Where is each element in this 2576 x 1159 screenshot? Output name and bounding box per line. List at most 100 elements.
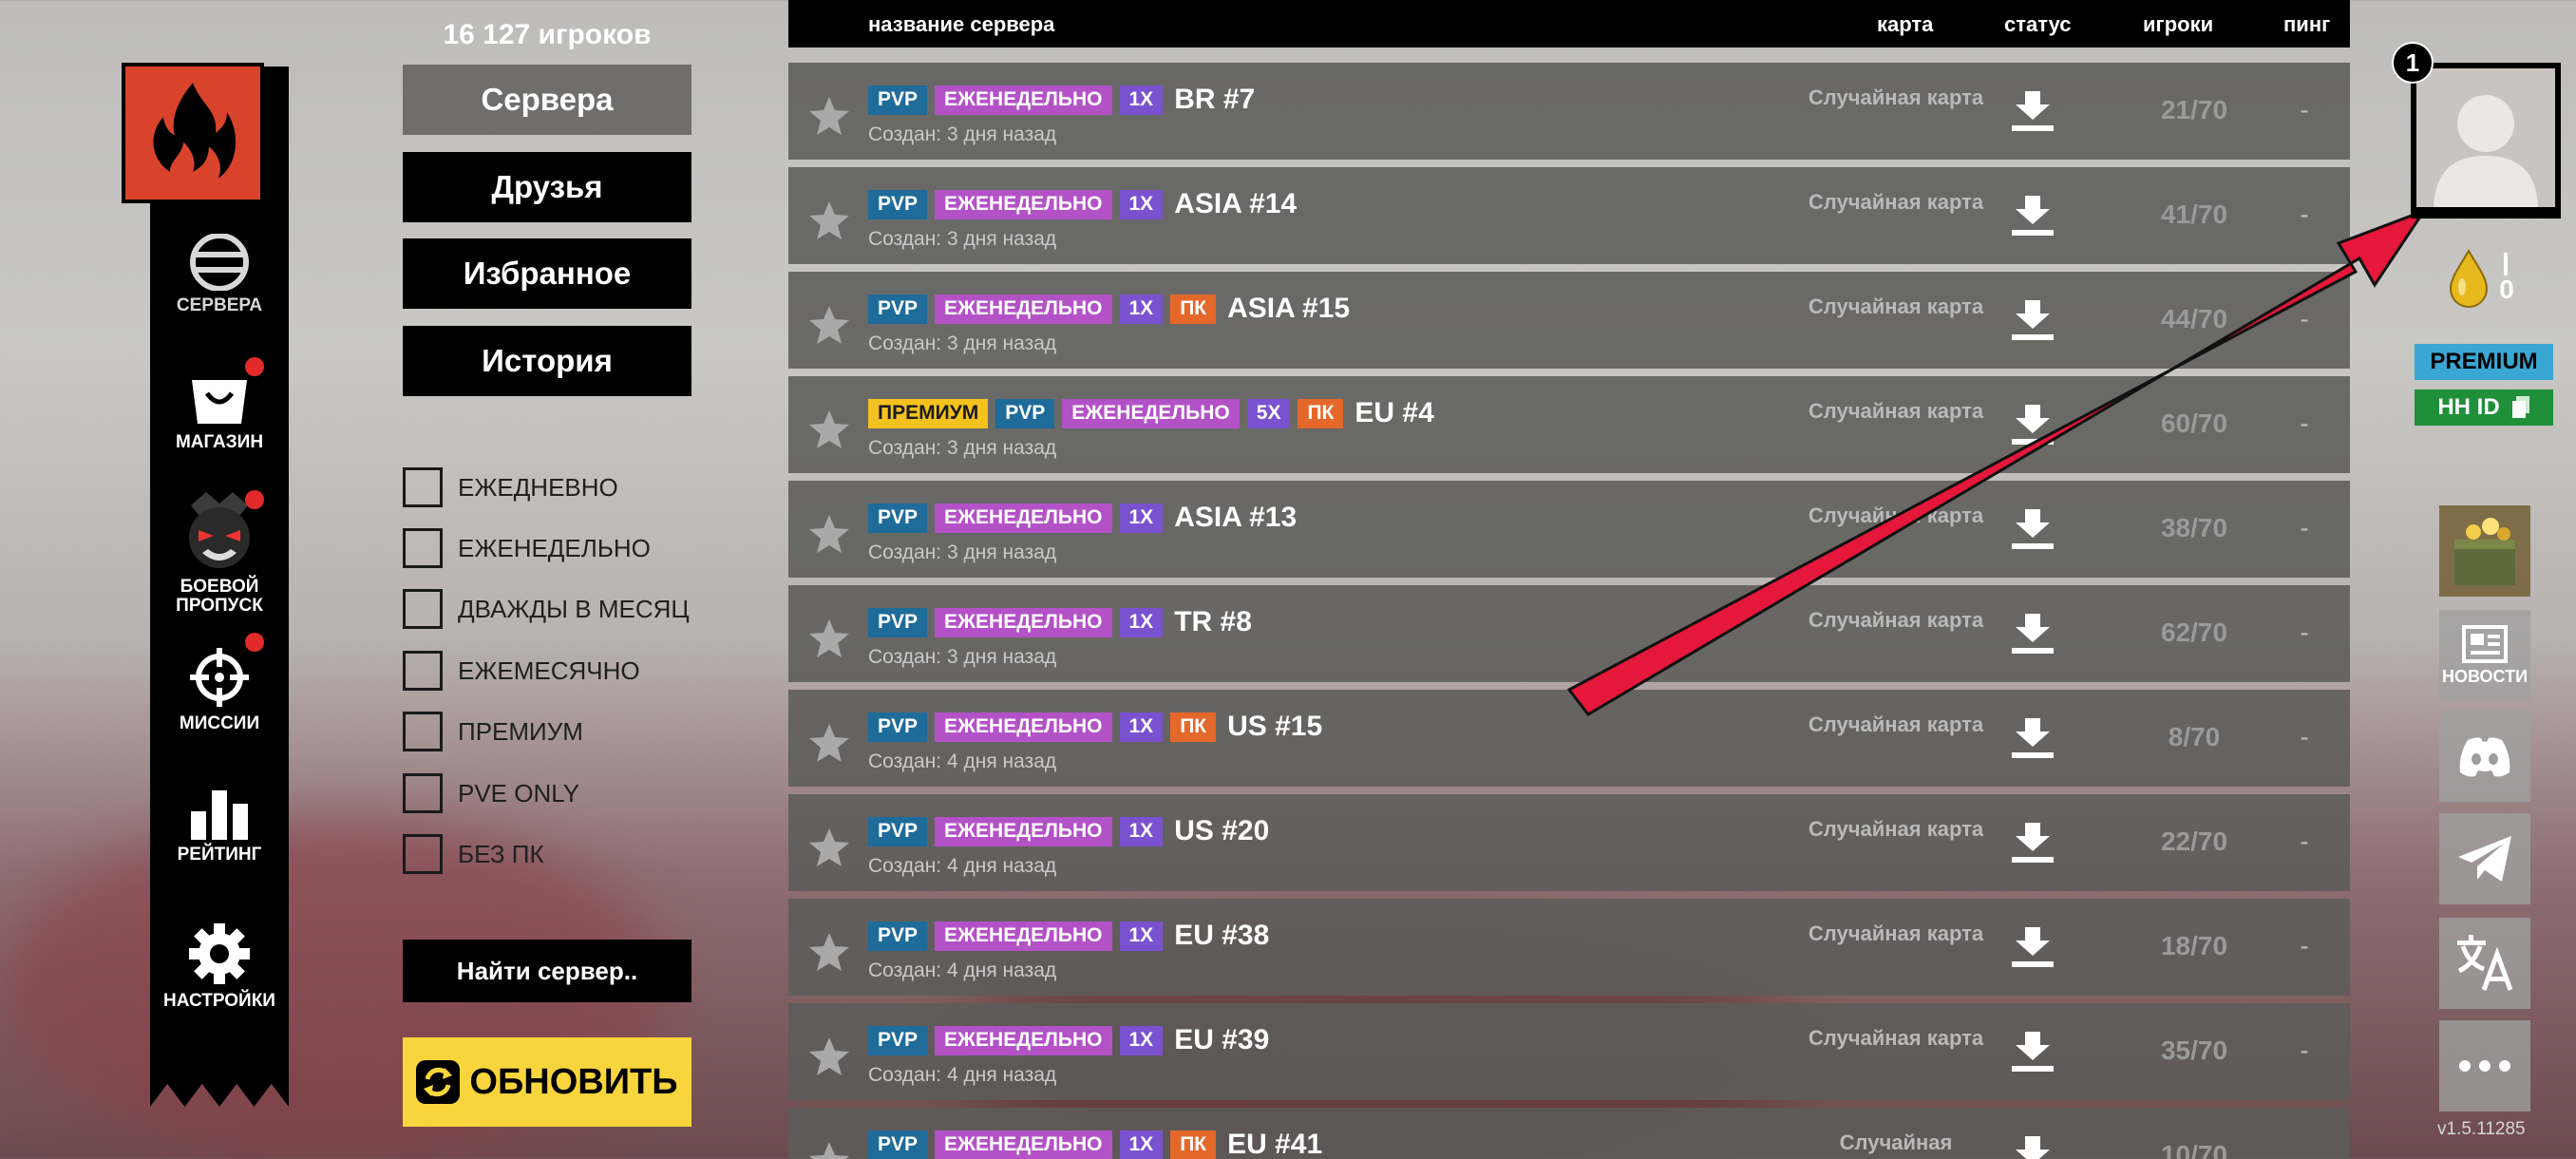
hhid-button[interactable]: HH ID — [2415, 390, 2553, 426]
download-icon[interactable] — [2010, 821, 2055, 864]
server-ping: - — [2300, 513, 2309, 542]
nav-item-settings[interactable]: НАСТРОЙКИ — [150, 922, 289, 1011]
server-row[interactable]: PVP ЕЖЕНЕДЕЛЬНО 1X ПК US #15 Создан: 4 дня на… — [788, 690, 2350, 787]
favorite-star-icon[interactable] — [807, 1036, 851, 1077]
download-icon[interactable] — [2010, 925, 2055, 969]
server-tags: PVP ЕЖЕНЕДЕЛЬНО 1X ПК US #15 — [868, 711, 1322, 743]
favorite-star-icon[interactable] — [807, 618, 851, 659]
checkbox[interactable] — [403, 712, 443, 751]
checkbox[interactable] — [403, 467, 443, 507]
column-header-map[interactable]: карта — [1877, 12, 1933, 37]
server-tag: 1X — [1119, 816, 1164, 846]
server-name: EU #41 — [1227, 1129, 1323, 1159]
nav-label: СЕРВЕРА — [176, 295, 263, 315]
favorite-star-icon[interactable] — [807, 408, 851, 450]
server-row[interactable]: ПРЕМИУМ PVP ЕЖЕНЕДЕЛЬНО 5X ПК EU #4 Создан: 3 … — [788, 376, 2350, 473]
server-created: Создан: 4 дня назад — [868, 1064, 1057, 1086]
filter-monthly[interactable]: ЕЖЕМЕСЯЧНО — [403, 651, 640, 691]
loot-crate-icon — [2454, 518, 2515, 585]
server-row[interactable]: PVP ЕЖЕНЕДЕЛЬНО 1X EU #38 Создан: 4 дня наза… — [788, 899, 2350, 996]
players-count: 16 127 игроков — [443, 19, 652, 50]
download-icon[interactable] — [2010, 507, 2055, 551]
server-tag: PVP — [868, 189, 928, 219]
server-tag: ЕЖЕНЕДЕЛЬНО — [935, 294, 1112, 324]
favorite-star-icon[interactable] — [807, 513, 851, 555]
favorite-star-icon[interactable] — [807, 826, 851, 868]
tab-favorites[interactable]: Избранное — [403, 238, 691, 309]
server-map: Случайная карта — [1808, 190, 1984, 214]
language-button[interactable] — [2439, 918, 2530, 1009]
column-header-status[interactable]: статус — [2004, 12, 2072, 37]
notification-badge[interactable]: 1 — [2392, 42, 2434, 84]
download-icon[interactable] — [2010, 716, 2055, 760]
filter-pve-only[interactable]: PVE ONLY — [403, 773, 579, 813]
server-row[interactable]: PVP ЕЖЕНЕДЕЛЬНО 1X ASIA #13 Создан: 3 дня на… — [788, 481, 2350, 578]
checkbox[interactable] — [403, 651, 443, 691]
nav-item-servers[interactable]: СЕРВЕРА — [150, 234, 289, 315]
server-tag: PVP — [868, 1130, 928, 1159]
favorite-star-icon[interactable] — [807, 95, 851, 137]
currency-value: 0 — [2499, 275, 2514, 304]
server-row[interactable]: PVP ЕЖЕНЕДЕЛЬНО 1X EU #39 Создан: 4 дня наза… — [788, 1003, 2350, 1100]
favorite-star-icon[interactable] — [807, 1140, 851, 1159]
filter-label: ЕЖЕМЕСЯЧНО — [458, 656, 640, 685]
checkbox[interactable] — [403, 773, 443, 813]
premium-badge[interactable]: PREMIUM — [2415, 344, 2553, 380]
flame-icon — [153, 83, 237, 179]
server-players: 41/70 — [2160, 200, 2228, 229]
server-tag: PVP — [868, 503, 928, 533]
download-icon[interactable] — [2010, 1134, 2055, 1159]
loot-box-button[interactable] — [2439, 505, 2530, 597]
filter-premium[interactable]: ПРЕМИУМ — [403, 712, 583, 751]
checkbox[interactable] — [403, 528, 443, 568]
avatar[interactable] — [2411, 63, 2561, 218]
filter-twice-monthly[interactable]: ДВАЖДЫ В МЕСЯЦ — [403, 589, 690, 629]
server-tag: PVP — [868, 712, 928, 742]
currency-separator — [2504, 253, 2508, 276]
column-header-name[interactable]: название сервера — [868, 12, 1054, 37]
news-button[interactable]: НОВОСТИ — [2439, 610, 2530, 701]
checkbox[interactable] — [403, 834, 443, 874]
filter-no-pk[interactable]: БЕЗ ПК — [403, 834, 544, 874]
server-tag: ЕЖЕНЕДЕЛЬНО — [935, 1025, 1112, 1055]
search-input[interactable]: Найти сервер.. — [403, 940, 691, 1002]
server-row[interactable]: PVP ЕЖЕНЕДЕЛЬНО 1X TR #8 Создан: 3 дня назад… — [788, 585, 2350, 682]
filter-daily[interactable]: ЕЖЕДНЕВНО — [403, 467, 618, 507]
nav-item-rating[interactable]: РЕЙТИНГ — [150, 788, 289, 864]
server-row[interactable]: PVP ЕЖЕНЕДЕЛЬНО 1X US #20 Создан: 4 дня наза… — [788, 794, 2350, 891]
discord-button[interactable] — [2439, 711, 2530, 802]
tab-friends[interactable]: Друзья — [403, 152, 691, 222]
server-row[interactable]: PVP ЕЖЕНЕДЕЛЬНО 1X ПК EU #41 Случайная 10/70 — [788, 1108, 2350, 1159]
telegram-button[interactable] — [2439, 813, 2530, 904]
refresh-button[interactable]: ОБНОВИТЬ — [403, 1037, 691, 1127]
tab-history[interactable]: История — [403, 326, 691, 396]
download-icon[interactable] — [2010, 298, 2055, 342]
checkbox[interactable] — [403, 589, 443, 629]
server-tag: ЕЖЕНЕДЕЛЬНО — [935, 712, 1112, 742]
favorite-star-icon[interactable] — [807, 931, 851, 973]
column-header-players[interactable]: игроки — [2143, 12, 2213, 37]
download-icon[interactable] — [2010, 612, 2055, 656]
download-icon[interactable] — [2010, 403, 2055, 446]
favorite-star-icon[interactable] — [807, 304, 851, 346]
server-row[interactable]: PVP ЕЖЕНЕДЕЛЬНО 1X ASIA #14 Создан: 3 дня на… — [788, 167, 2350, 264]
download-icon[interactable] — [2010, 1030, 2055, 1074]
server-row[interactable]: PVP ЕЖЕНЕДЕЛЬНО 1X ПК ASIA #15 Создан: 3 дня … — [788, 272, 2350, 369]
logo[interactable] — [122, 63, 264, 203]
more-button[interactable] — [2439, 1020, 2530, 1112]
gold-drop-icon — [2449, 248, 2489, 308]
nav-item-missions[interactable]: МИССИИ — [150, 646, 289, 733]
download-icon[interactable] — [2010, 194, 2055, 238]
server-row[interactable]: PVP ЕЖЕНЕДЕЛЬНО 1X BR #7 Создан: 3 дня назад… — [788, 63, 2350, 160]
nav-item-shop[interactable]: МАГАЗИН — [150, 372, 289, 452]
favorite-star-icon[interactable] — [807, 200, 851, 241]
download-icon[interactable] — [2010, 89, 2055, 133]
server-tag: PVP — [868, 1025, 928, 1055]
filter-weekly[interactable]: ЕЖЕНЕДЕЛЬНО — [403, 528, 651, 568]
server-created: Создан: 4 дня назад — [868, 855, 1057, 877]
server-created: Создан: 3 дня назад — [868, 646, 1057, 668]
column-header-ping[interactable]: пинг — [2283, 12, 2330, 37]
favorite-star-icon[interactable] — [807, 722, 851, 764]
nav-item-battle-pass[interactable]: БОЕВОЙ ПРОПУСК — [150, 486, 289, 616]
tab-servers[interactable]: Сервера — [403, 65, 691, 135]
